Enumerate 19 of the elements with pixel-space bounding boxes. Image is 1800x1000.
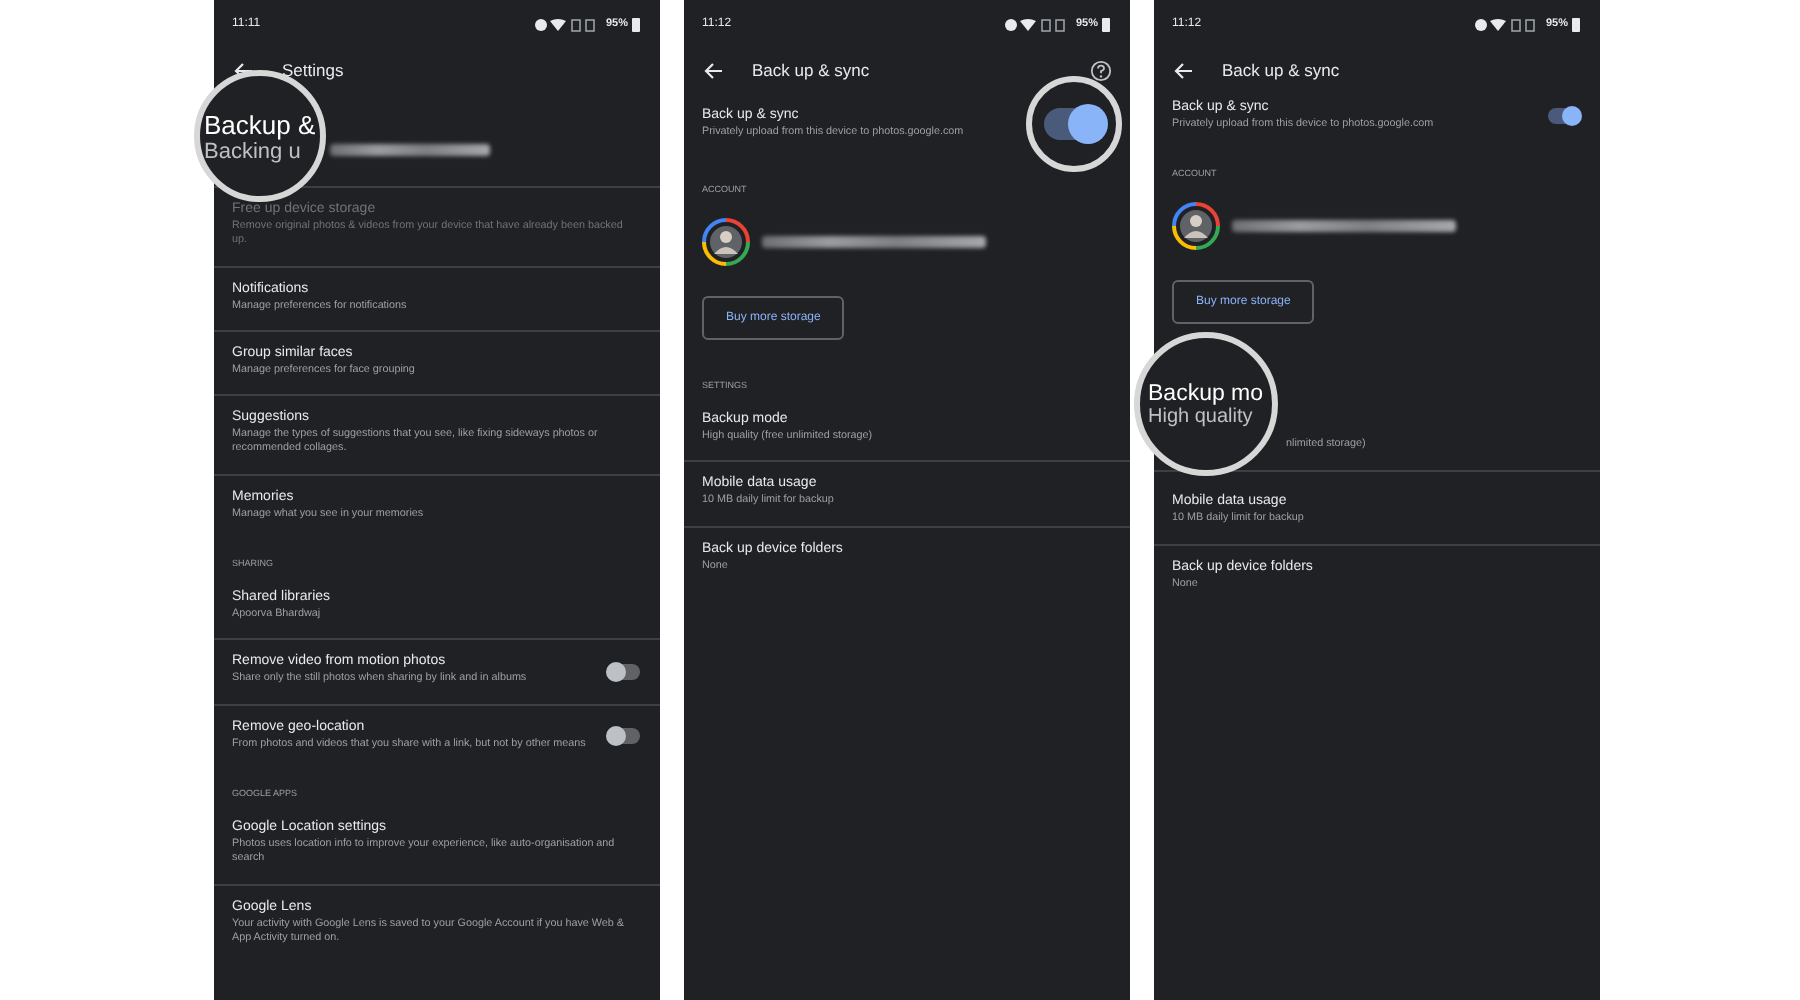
toggle-switch[interactable]	[608, 663, 640, 680]
toggle-switch[interactable]	[1548, 108, 1580, 125]
help-icon[interactable]	[1090, 59, 1112, 81]
back-arrow-icon[interactable]	[1174, 61, 1194, 79]
toggle-switch[interactable]	[608, 727, 640, 744]
screen-title: Back up & sync	[752, 60, 870, 80]
magnified-title: Backup mo	[1148, 381, 1266, 406]
battery-icon	[1572, 17, 1580, 31]
battery-icon	[1102, 17, 1110, 31]
screen-title: Settings	[282, 60, 344, 80]
toggle-switch[interactable]	[1044, 108, 1104, 140]
screen-title: Back up & sync	[1222, 60, 1340, 80]
magnified-title: Backup &	[204, 109, 318, 139]
magnified-subtitle: Backing u	[204, 139, 303, 163]
battery-icon	[632, 17, 640, 31]
avatar-icon	[1172, 202, 1220, 251]
back-arrow-icon[interactable]	[704, 61, 724, 79]
magnified-subtitle: High quality	[1148, 405, 1255, 428]
avatar-icon	[702, 218, 750, 266]
